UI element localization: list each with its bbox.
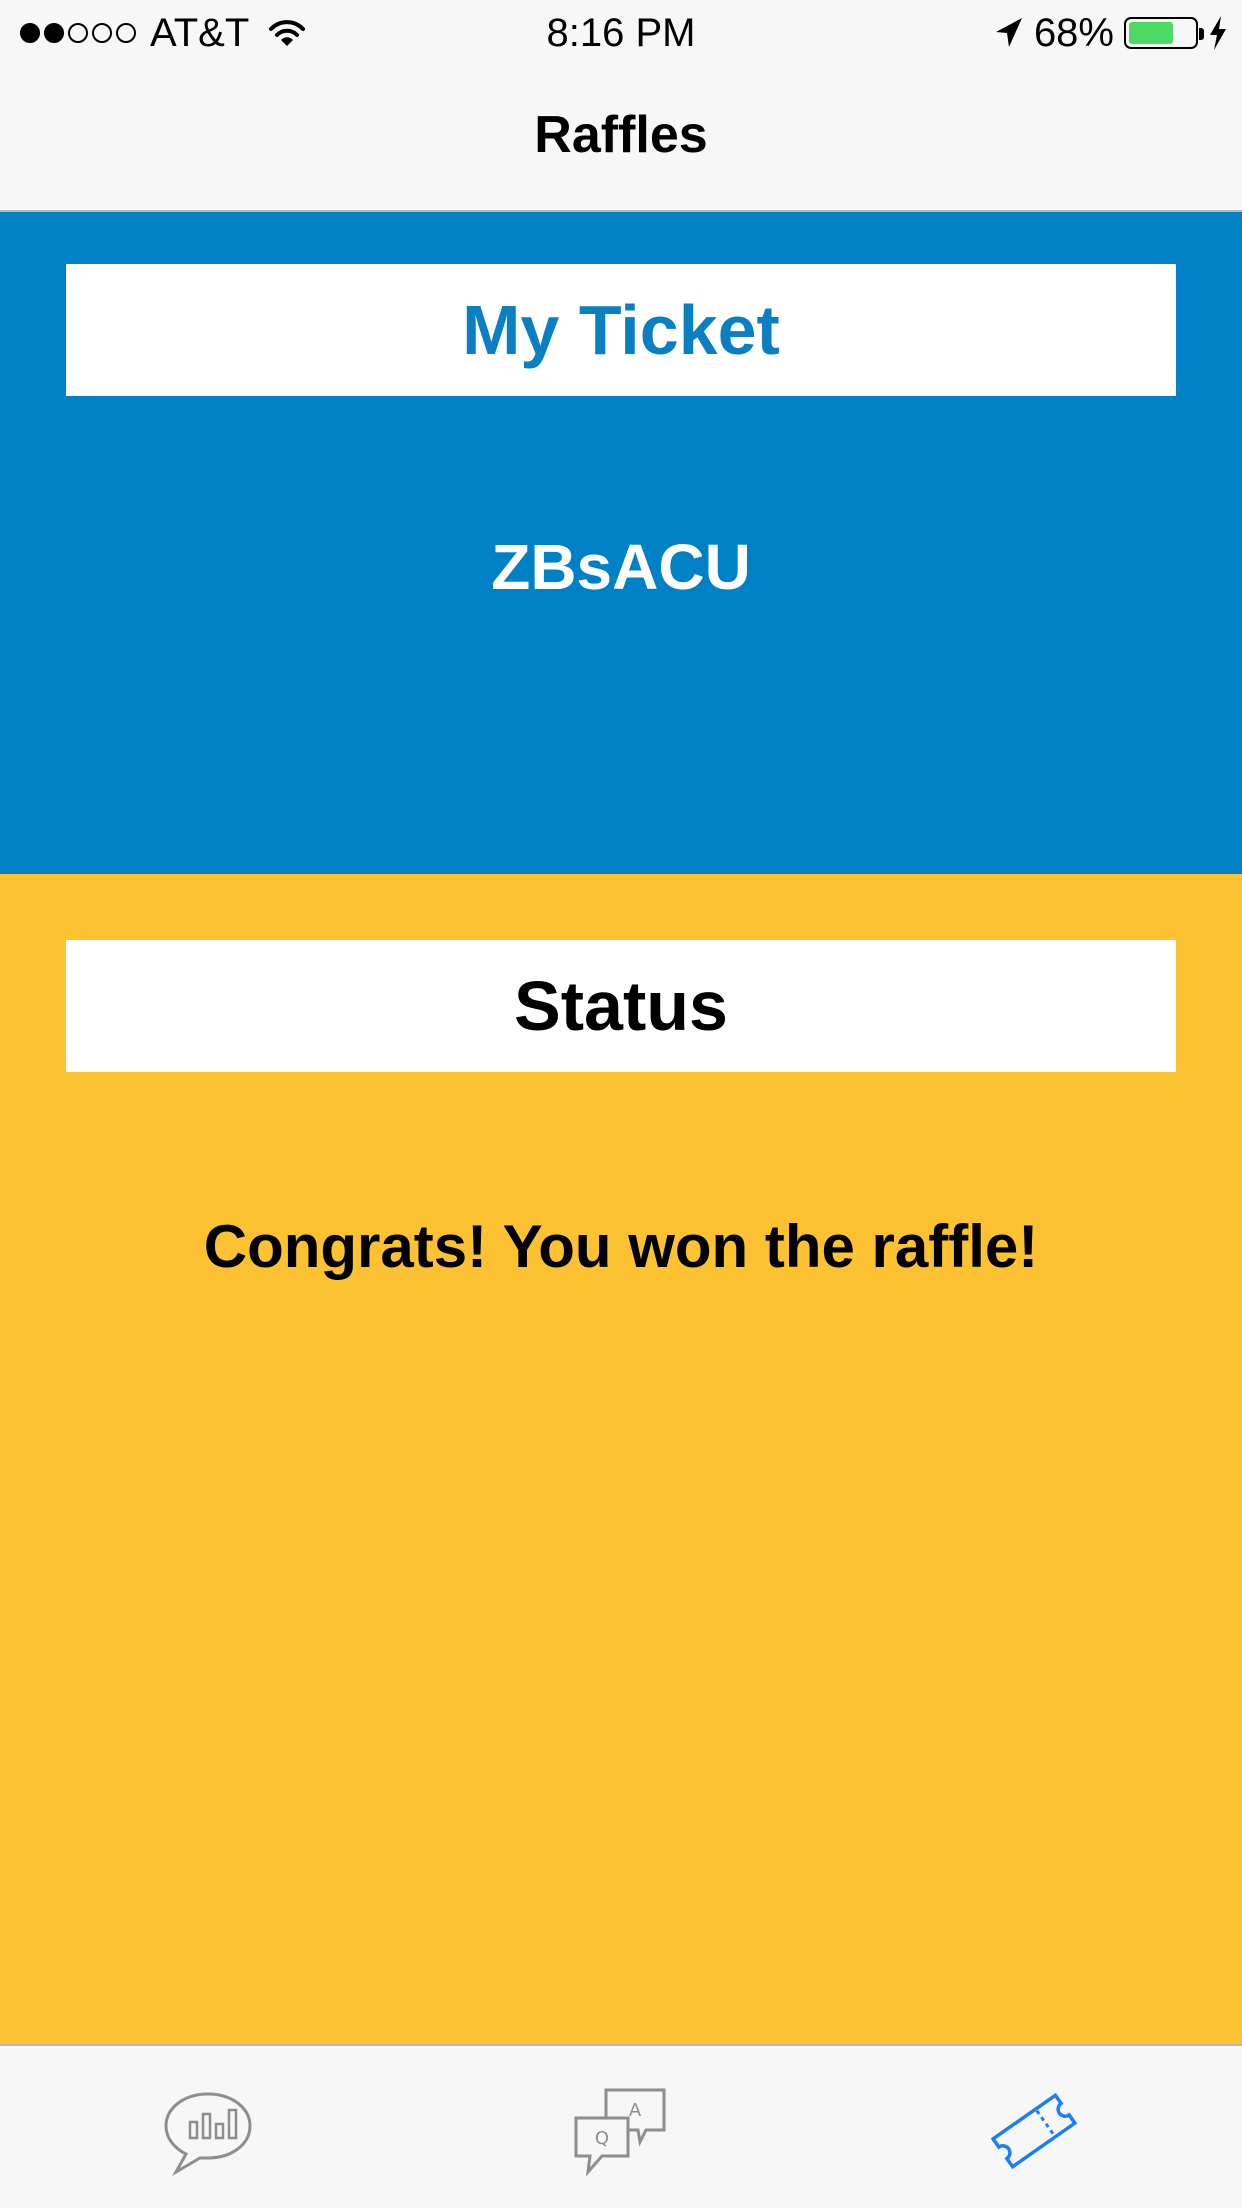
raffles-screen: AT&T 8:16 PM 68% Raffles My Ticket ZBsAC… (0, 0, 1242, 2208)
navigation-bar: Raffles (0, 66, 1242, 212)
status-bar: AT&T 8:16 PM 68% (0, 0, 1242, 66)
stats-speech-bubble-icon (164, 2092, 252, 2177)
raffle-ticket-icon (990, 2092, 1078, 2170)
qa-bubbles-icon: A Q (574, 2088, 666, 2177)
battery-percent: 68% (1033, 10, 1114, 55)
tab-qa[interactable]: A Q (572, 2086, 668, 2177)
status-message: Congrats! You won the raffle! (203, 1213, 1039, 1280)
charging-bolt-icon (1210, 16, 1226, 50)
ticket-section: My Ticket ZBsACU (0, 212, 1242, 874)
status-header: Status (514, 967, 728, 1045)
tab-bar: A Q (0, 2044, 1242, 2208)
status-bar-right: 68% (992, 10, 1228, 56)
status-header-card: Status (66, 940, 1176, 1072)
battery-nub (1199, 28, 1204, 40)
ticket-code: ZBsACU (491, 531, 751, 603)
ticket-header: My Ticket (462, 291, 780, 369)
tab-raffle[interactable] (986, 2086, 1082, 2176)
tab-stats[interactable] (160, 2086, 256, 2177)
status-section: Status Congrats! You won the raffle! (0, 874, 1242, 2044)
svg-text:Q: Q (595, 2128, 609, 2149)
battery-level-fill (1129, 22, 1173, 44)
battery-icon (1124, 17, 1204, 49)
svg-text:A: A (629, 2100, 642, 2121)
location-arrow-icon (995, 18, 1022, 47)
ticket-header-card: My Ticket (66, 264, 1176, 396)
page-title: Raffles (534, 106, 708, 164)
